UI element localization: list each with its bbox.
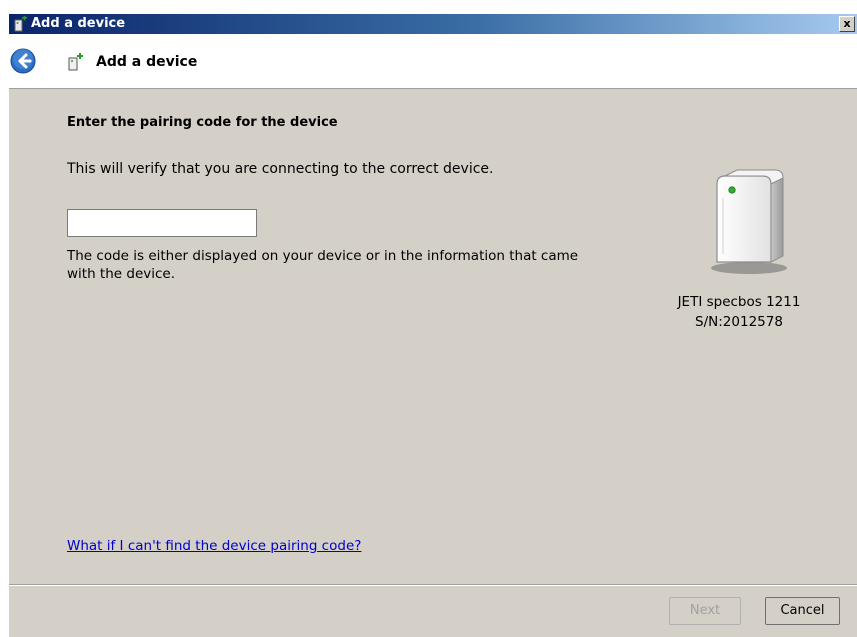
section-heading: Enter the pairing code for the device xyxy=(67,115,338,130)
device-tower-icon xyxy=(711,169,787,274)
next-button[interactable]: Next xyxy=(669,597,741,625)
device-serial: S/N:2012578 xyxy=(695,314,783,330)
cancel-button[interactable]: Cancel xyxy=(765,597,840,625)
hint-text: The code is either displayed on your dev… xyxy=(67,248,579,282)
add-device-window: Add a device x Add a device Enter the pa… xyxy=(9,14,857,637)
page-title: Add a device xyxy=(96,54,198,70)
device-name: JETI specbos 1211 xyxy=(677,294,801,310)
pairing-code-input[interactable] xyxy=(67,209,257,237)
header-divider xyxy=(9,88,857,89)
footer-divider-highlight xyxy=(9,585,857,586)
help-link[interactable]: What if I can't find the device pairing … xyxy=(67,537,361,555)
wizard-header: Add a device xyxy=(9,34,857,88)
add-device-icon xyxy=(14,16,27,32)
add-device-icon xyxy=(68,53,83,71)
title-bar[interactable]: Add a device x xyxy=(9,14,857,34)
back-arrow-icon[interactable] xyxy=(10,48,36,74)
window-title: Add a device xyxy=(31,16,126,31)
description-text: This will verify that you are connecting… xyxy=(67,161,494,177)
close-button[interactable]: x xyxy=(839,16,855,32)
